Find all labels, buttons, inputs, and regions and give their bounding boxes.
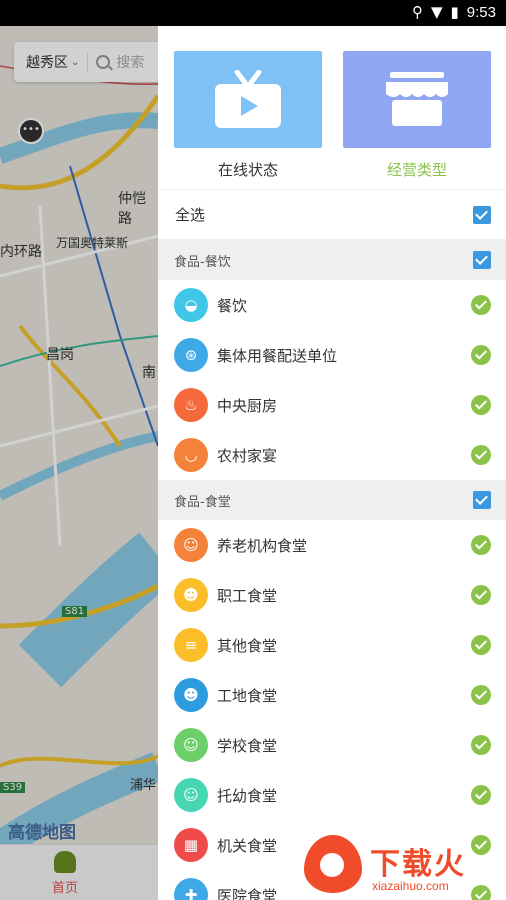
status-time: 9:53	[466, 3, 496, 21]
item-label: 集体用餐配送单位	[217, 346, 338, 365]
section-checkbox[interactable]	[473, 251, 491, 269]
item-label: 餐饮	[217, 296, 248, 315]
check-icon[interactable]	[471, 345, 491, 365]
list-item[interactable]: ⊛ 集体用餐配送单位	[158, 330, 506, 380]
select-all-row[interactable]: 全选	[158, 190, 506, 240]
food-tray-icon: ≡	[174, 628, 208, 662]
item-label: 托幼食堂	[217, 786, 278, 805]
online-status-label: 在线状态	[217, 161, 278, 179]
check-icon[interactable]	[471, 535, 491, 555]
government-building-icon: ▦	[174, 828, 208, 862]
item-label: 中央厨房	[217, 396, 278, 415]
business-type-button[interactable]	[343, 51, 491, 148]
check-icon[interactable]	[471, 785, 491, 805]
battery-icon: ▮	[450, 3, 459, 21]
section-header-dining[interactable]: 食品-餐饮	[158, 240, 506, 280]
business-type-label: 经营类型	[386, 161, 447, 179]
item-label: 养老机构食堂	[217, 536, 308, 555]
check-icon[interactable]	[471, 585, 491, 605]
watermark-logo: 下载火 xiazaihuo.com	[300, 835, 506, 900]
section-header-canteen[interactable]: 食品-食堂	[158, 480, 506, 520]
section-title: 食品-食堂	[174, 494, 231, 510]
list-item[interactable]: ◒ 餐饮	[158, 280, 506, 330]
watermark-subtitle: xiazaihuo.com	[372, 879, 449, 893]
location-icon: ⚲	[411, 3, 423, 21]
section-checkbox[interactable]	[473, 491, 491, 509]
child-icon: ☺	[174, 778, 208, 812]
elderly-person-icon: ☺	[174, 528, 208, 562]
online-status-button[interactable]	[174, 51, 322, 148]
worker-icon: ☻	[174, 578, 208, 612]
list-item[interactable]: ☺ 学校食堂	[158, 720, 506, 770]
list-item[interactable]: ☻ 职工食堂	[158, 570, 506, 620]
section-title: 食品-餐饮	[174, 254, 231, 270]
cake-icon: ◒	[174, 288, 208, 322]
check-icon[interactable]	[471, 635, 491, 655]
list-item[interactable]: ☻ 工地食堂	[158, 670, 506, 720]
list-item[interactable]: ☺ 托幼食堂	[158, 770, 506, 820]
list-item[interactable]: ♨ 中央厨房	[158, 380, 506, 430]
student-icon: ☺	[174, 728, 208, 762]
map-view[interactable]: 仲恺路 万国奥特莱斯 内环路 昌岗 南 浦华 S81 S39 ••• 越秀区 ⌄…	[0, 26, 158, 900]
item-label: 学校食堂	[217, 736, 278, 755]
shop-icon	[386, 71, 448, 126]
item-label: 工地食堂	[217, 686, 278, 705]
construction-worker-icon: ☻	[174, 678, 208, 712]
list-item[interactable]: ☺ 养老机构食堂	[158, 520, 506, 570]
list-item[interactable]: ≡ 其他食堂	[158, 620, 506, 670]
cooking-pot-icon: ♨	[174, 388, 208, 422]
flame-icon	[304, 835, 362, 893]
check-icon[interactable]	[471, 395, 491, 415]
item-label: 职工食堂	[217, 586, 278, 605]
filter-drawer: 在线状态 经营类型 全选 食品-餐饮 ◒ 餐饮 ⊛ 集体用餐配送单位 ♨ 中央厨…	[158, 26, 506, 900]
status-bar: ⚲ ▼ ▮ 9:53	[0, 0, 506, 26]
select-all-checkbox[interactable]	[473, 205, 491, 224]
hospital-icon: ✚	[174, 878, 208, 900]
drawer-scrim[interactable]	[0, 26, 158, 900]
check-icon[interactable]	[471, 685, 491, 705]
item-label: 农村家宴	[217, 446, 278, 465]
select-all-label: 全选	[175, 206, 206, 224]
tv-icon	[215, 69, 281, 128]
check-icon[interactable]	[471, 295, 491, 315]
watermark-title: 下载火	[370, 847, 466, 882]
delivery-scooter-icon: ⊛	[174, 338, 208, 372]
bowl-icon: ◡	[174, 438, 208, 472]
item-label: 其他食堂	[217, 636, 278, 655]
mode-selector: 在线状态 经营类型	[158, 26, 506, 190]
list-item[interactable]: ◡ 农村家宴	[158, 430, 506, 480]
check-icon[interactable]	[471, 735, 491, 755]
wifi-icon: ▼	[430, 3, 443, 21]
check-icon[interactable]	[471, 445, 491, 465]
